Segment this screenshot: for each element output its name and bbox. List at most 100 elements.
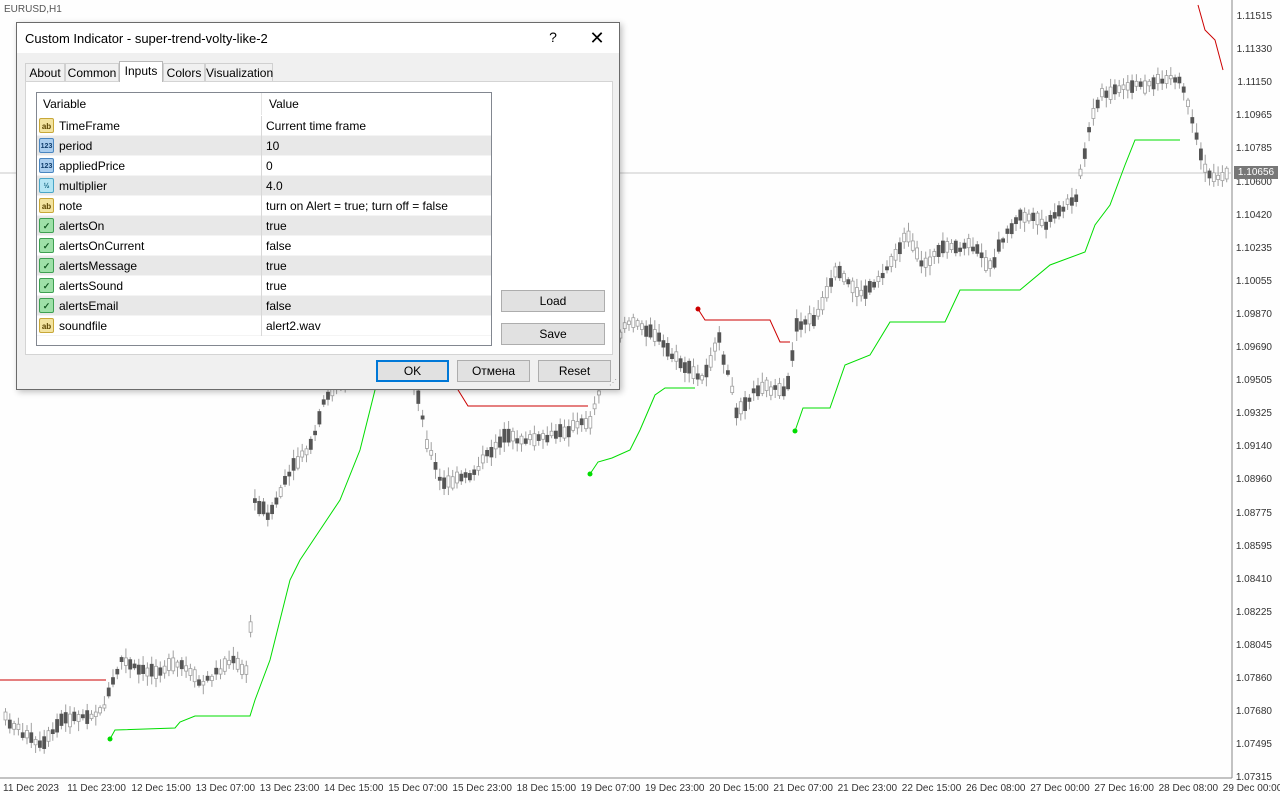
price-tick-label: 1.08960 bbox=[1235, 474, 1272, 486]
candle-body bbox=[38, 740, 42, 748]
input-value[interactable]: false bbox=[266, 236, 291, 256]
input-variable-name: TimeFrame bbox=[59, 119, 120, 133]
candle-body bbox=[248, 621, 253, 633]
input-value[interactable]: 0 bbox=[266, 156, 273, 176]
input-value[interactable]: alert2.wav bbox=[266, 316, 321, 336]
cell-divider bbox=[261, 316, 262, 336]
input-value[interactable]: 10 bbox=[266, 136, 279, 156]
reset-button[interactable]: Reset bbox=[538, 360, 611, 382]
candle-body bbox=[880, 272, 885, 279]
save-button[interactable]: Save bbox=[501, 323, 605, 345]
price-tick-label: 1.11330 bbox=[1236, 44, 1272, 56]
candle-body bbox=[416, 390, 421, 404]
candle-body bbox=[622, 322, 627, 330]
time-tick-label: 12 Dec 15:00 bbox=[131, 783, 191, 794]
cell-divider bbox=[261, 276, 262, 296]
column-header-value[interactable]: Value bbox=[263, 93, 491, 115]
candle-body bbox=[945, 241, 950, 253]
input-value[interactable]: 4.0 bbox=[266, 176, 283, 196]
input-row-appliedPrice[interactable]: 123 appliedPrice 0 bbox=[37, 156, 491, 176]
load-button[interactable]: Load bbox=[501, 290, 605, 312]
candle-body bbox=[1117, 85, 1122, 93]
candle-body bbox=[102, 704, 107, 709]
candle-body bbox=[631, 317, 636, 328]
input-row-alertsOnCurrent[interactable]: ✓ alertsOnCurrent false bbox=[37, 236, 491, 256]
ok-button[interactable]: OK bbox=[376, 360, 449, 382]
tab-inputs[interactable]: Inputs bbox=[119, 61, 163, 82]
candle-body bbox=[214, 667, 219, 675]
inputs-grid: Variable Value ab TimeFrame Current time f… bbox=[36, 92, 492, 346]
input-row-multiplier[interactable]: ½ multiplier 4.0 bbox=[37, 176, 491, 196]
time-tick-label: 21 Dec 07:00 bbox=[773, 783, 833, 794]
input-value[interactable]: true bbox=[266, 216, 287, 236]
tab-colors[interactable]: Colors bbox=[163, 63, 205, 81]
help-button[interactable]: ? bbox=[545, 29, 561, 47]
candle-body bbox=[1177, 76, 1182, 84]
supertrend-down-line bbox=[1197, 4, 1224, 71]
time-tick-label: 21 Dec 23:00 bbox=[837, 783, 898, 794]
cancel-button[interactable]: Отмена bbox=[457, 360, 530, 382]
candle-body bbox=[773, 385, 778, 390]
candle-body bbox=[321, 399, 326, 405]
input-row-note[interactable]: ab note turn on Alert = true; turn off = f… bbox=[37, 196, 491, 216]
candle-body bbox=[493, 441, 498, 450]
candle-body bbox=[1199, 148, 1203, 161]
input-value[interactable]: true bbox=[266, 276, 287, 296]
candle-body bbox=[730, 385, 735, 394]
candle-body bbox=[751, 388, 756, 394]
candle-body bbox=[25, 730, 29, 739]
supertrend-down-line bbox=[697, 308, 790, 343]
candle-body bbox=[489, 447, 494, 458]
candle-body bbox=[197, 679, 201, 686]
candle-body bbox=[502, 428, 507, 443]
candle-body bbox=[467, 473, 472, 481]
tab-visualization[interactable]: Visualization bbox=[205, 63, 273, 81]
candle-body bbox=[592, 403, 597, 410]
price-tick-label: 1.08225 bbox=[1235, 606, 1272, 618]
candle-body bbox=[231, 655, 236, 664]
input-variable-name: alertsMessage bbox=[59, 259, 138, 273]
input-row-alertsEmail[interactable]: ✓ alertsEmail false bbox=[37, 296, 491, 316]
candle-body bbox=[786, 375, 790, 390]
string-type-icon: ab bbox=[39, 198, 54, 213]
input-row-soundfile[interactable]: ab soundfile alert2.wav bbox=[37, 316, 491, 336]
dialog-titlebar[interactable]: Custom Indicator - super-trend-volty-lik… bbox=[17, 23, 619, 53]
candle-body bbox=[747, 397, 752, 402]
close-icon[interactable]: ✕ bbox=[583, 26, 611, 50]
candle-body bbox=[1078, 168, 1083, 177]
candle-body bbox=[803, 319, 808, 325]
column-header-variable[interactable]: Variable bbox=[37, 93, 261, 115]
symbol-label: EURUSD,H1 bbox=[4, 4, 62, 15]
candle-body bbox=[7, 719, 12, 729]
resize-grip-icon[interactable]: ⋰ bbox=[609, 379, 617, 387]
price-tick-label: 1.10420 bbox=[1235, 209, 1272, 221]
input-row-alertsMessage[interactable]: ✓ alertsMessage true bbox=[37, 256, 491, 276]
input-value[interactable]: turn on Alert = true; turn off = false bbox=[266, 196, 448, 216]
custom-indicator-dialog: Custom Indicator - super-trend-volty-lik… bbox=[16, 22, 620, 390]
price-tick-label: 1.11515 bbox=[1236, 11, 1272, 22]
candle-body bbox=[678, 358, 683, 369]
candle-body bbox=[1108, 86, 1113, 100]
input-value[interactable]: false bbox=[266, 296, 291, 316]
input-row-alertsSound[interactable]: ✓ alertsSound true bbox=[37, 276, 491, 296]
tab-common[interactable]: Common bbox=[65, 63, 119, 81]
candle-body bbox=[928, 256, 932, 266]
tab-about[interactable]: About bbox=[25, 63, 65, 81]
input-row-TimeFrame[interactable]: ab TimeFrame Current time frame bbox=[37, 116, 491, 136]
candle-body bbox=[252, 498, 257, 503]
candle-body bbox=[1156, 74, 1160, 84]
time-tick-label: 15 Dec 07:00 bbox=[388, 783, 448, 794]
input-value[interactable]: Current time frame bbox=[266, 116, 366, 136]
candle-body bbox=[1018, 209, 1023, 221]
cell-divider bbox=[261, 256, 262, 276]
input-value[interactable]: true bbox=[266, 256, 287, 276]
candle-body bbox=[205, 675, 210, 681]
input-row-alertsOn[interactable]: ✓ alertsOn true bbox=[37, 216, 491, 236]
candle-body bbox=[437, 476, 442, 481]
candle-body bbox=[717, 332, 722, 343]
time-tick-label: 13 Dec 07:00 bbox=[195, 783, 256, 794]
candle-body bbox=[743, 397, 747, 411]
input-row-period[interactable]: 123 period 10 bbox=[37, 136, 491, 156]
candle-body bbox=[12, 723, 17, 730]
candle-body bbox=[661, 340, 666, 348]
